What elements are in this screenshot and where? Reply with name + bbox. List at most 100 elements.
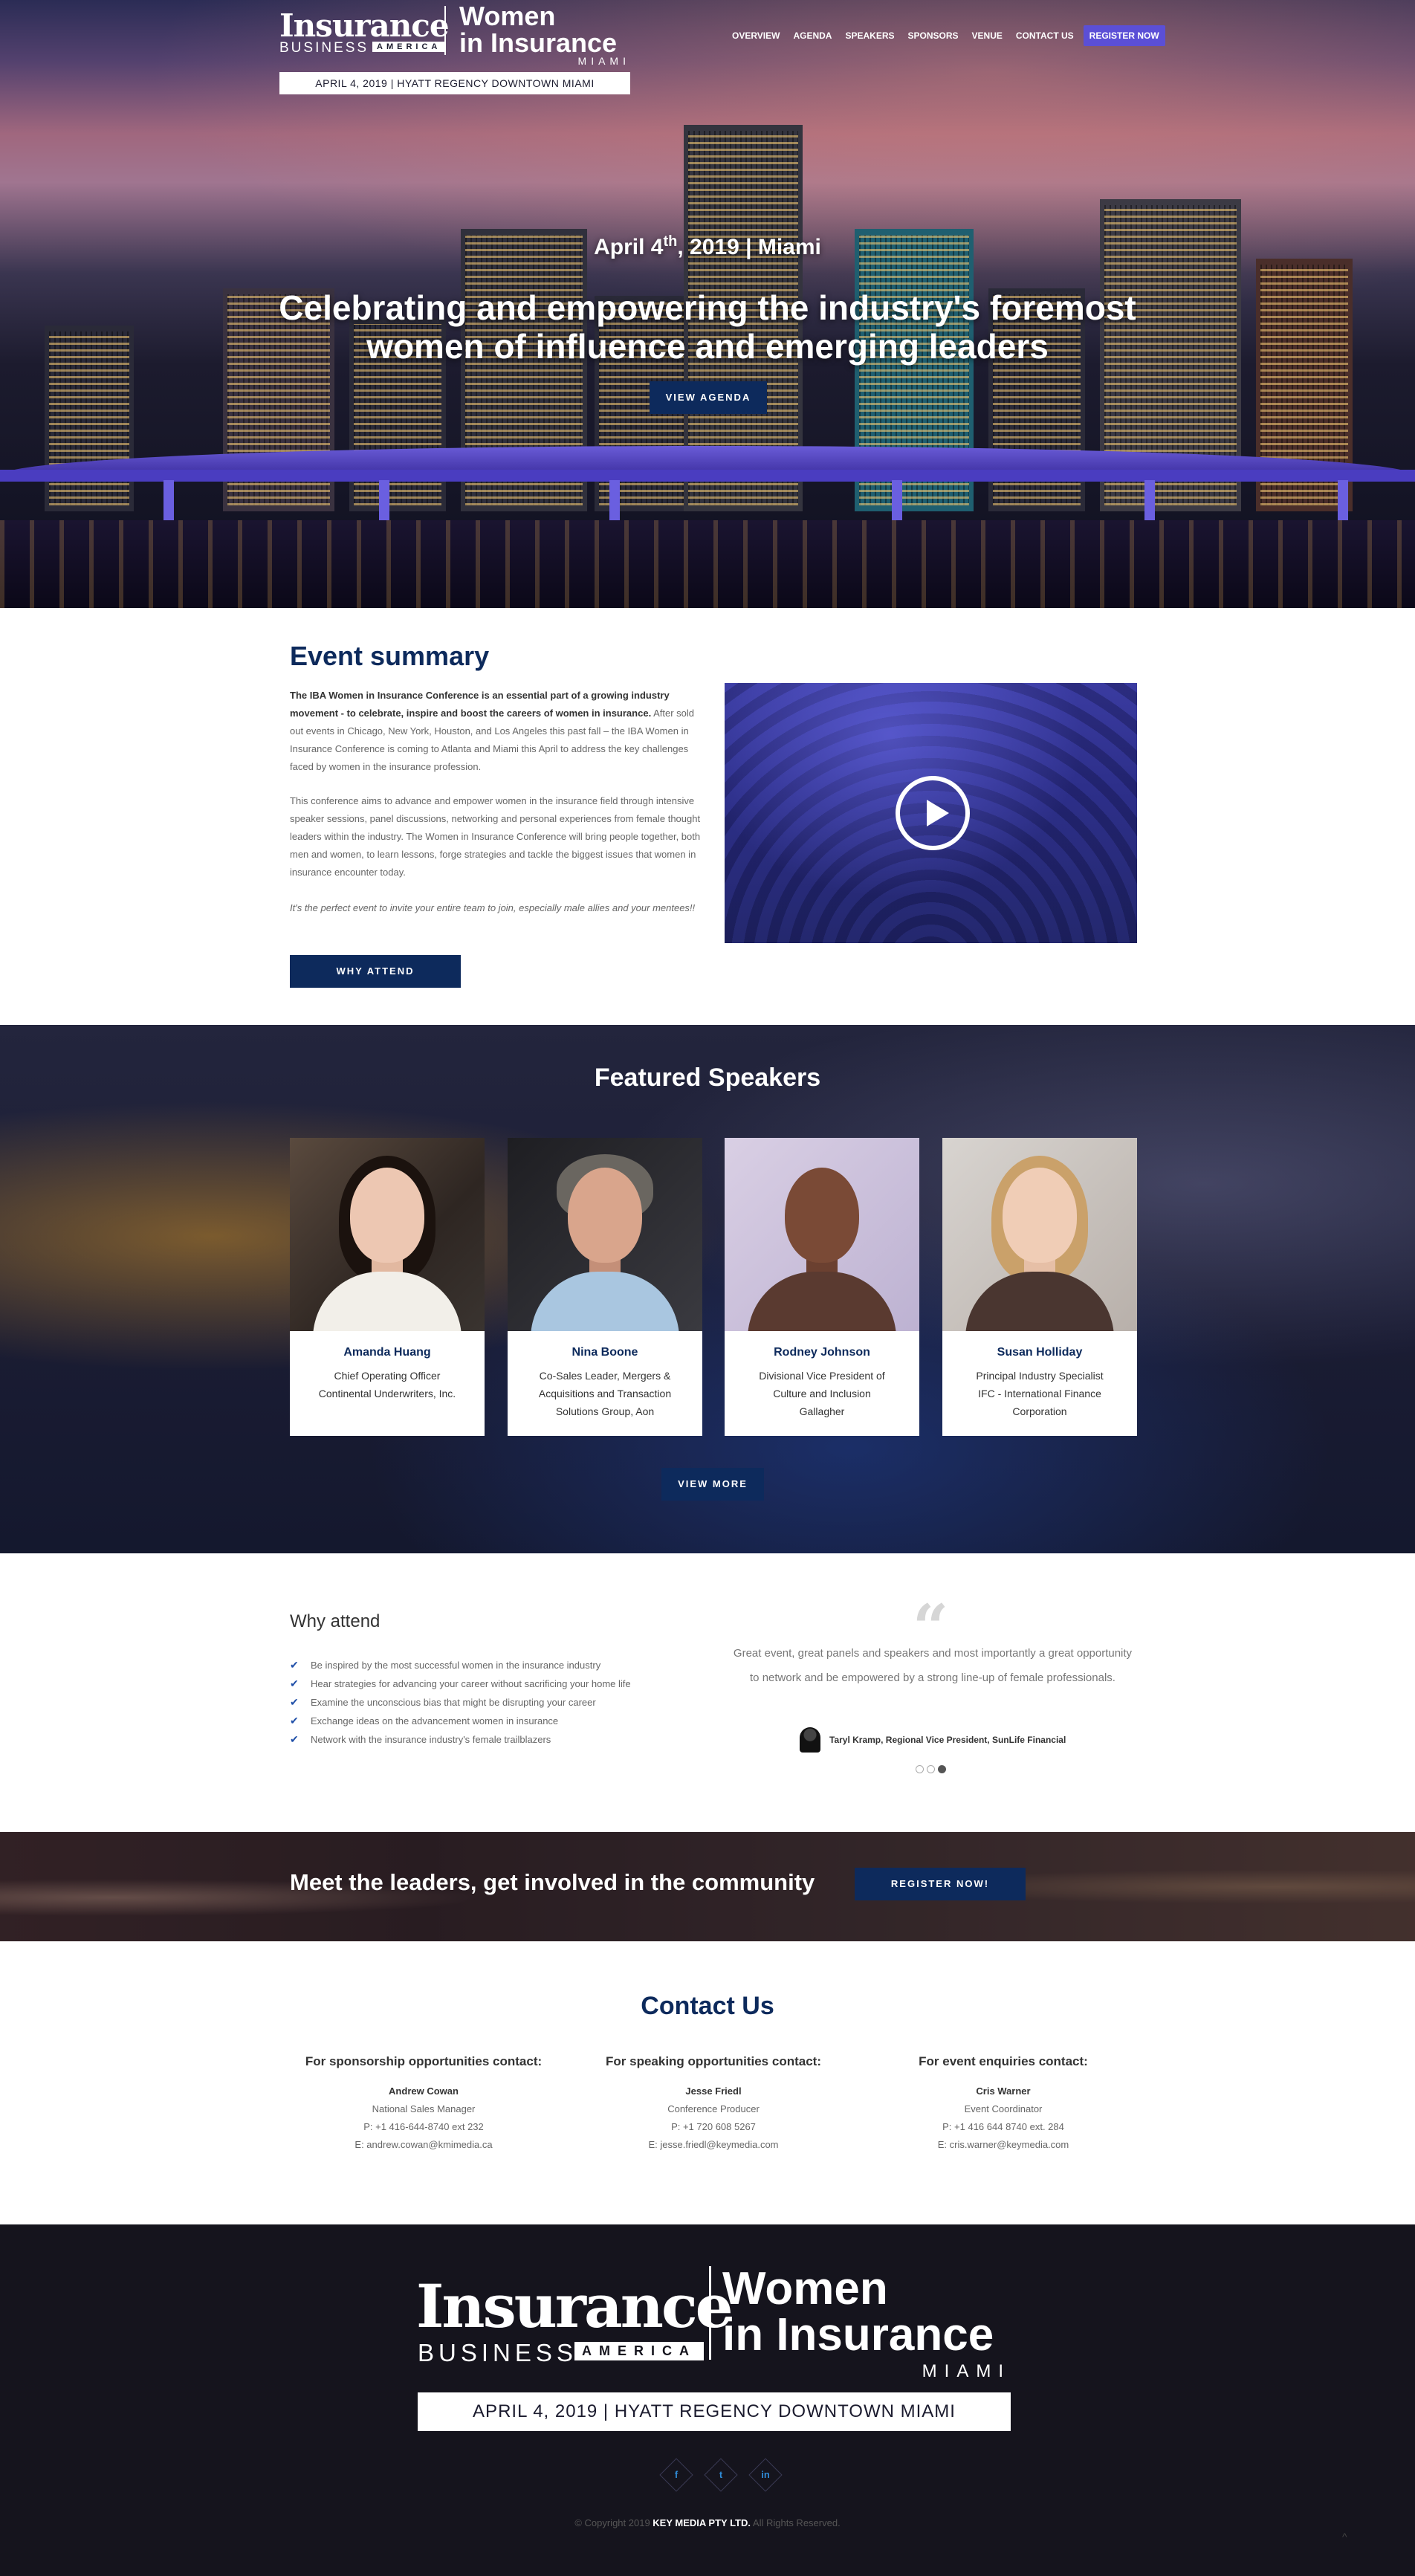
contact-name: Jesse Friedl [685,2085,742,2097]
nav-register-now-button[interactable]: REGISTER NOW [1083,25,1165,46]
speaker-role: Principal Industry Specialist IFC - Inter… [953,1367,1127,1420]
contact-email[interactable]: E: jesse.friedl@keymedia.com [572,2136,855,2154]
speaker-face [785,1168,859,1263]
speaker-name: Susan Holliday [997,1346,1083,1359]
hero-bridge-deck [0,470,1415,482]
linkedin-glyph: in [761,2469,770,2480]
nav-overview[interactable]: OVERVIEW [725,30,786,41]
speaker-face [350,1168,424,1263]
speaker-card[interactable]: Nina Boone Co-Sales Leader, Mergers & Acq… [508,1138,702,1436]
speaker-name: Nina Boone [571,1346,638,1359]
nav-agenda[interactable]: AGENDA [786,30,838,41]
speaker-role-line: Culture and Inclusion [773,1388,871,1399]
why-attend-item: Be inspired by the most successful women… [290,1656,631,1674]
speaker-role: Chief Operating Officer Continental Under… [300,1367,474,1402]
speaker-card[interactable]: Amanda Huang Chief Operating Officer Cont… [290,1138,485,1436]
event-summary-title: Event summary [290,641,490,671]
speaker-photo [942,1138,1137,1331]
contact-phone[interactable]: P: +1 720 608 5267 [572,2118,855,2136]
why-attend-button[interactable]: WHY ATTEND [290,955,461,988]
register-now-button[interactable]: REGISTER NOW! [855,1868,1026,1900]
why-attend-item: Examine the unconscious bias that might … [290,1693,631,1712]
facebook-glyph: f [674,2469,679,2480]
facebook-icon[interactable]: f [660,2459,693,2491]
speaker-name: Amanda Huang [343,1346,431,1359]
testimonial-pagination [916,1765,946,1773]
speaker-clothing [313,1272,462,1331]
contact-role: Conference Producer [667,2103,760,2114]
event-video[interactable] [725,683,1137,943]
speaker-card[interactable]: Susan Holliday Principal Industry Specia… [942,1138,1137,1436]
speaker-card[interactable]: Rodney Johnson Divisional Vice President… [725,1138,919,1436]
speaker-clothing [531,1272,679,1331]
testimonial-author: Taryl Kramp, Regional Vice President, Su… [800,1727,1066,1753]
logo-divider [444,6,446,55]
contact-email[interactable]: E: cris.warner@keymedia.com [862,2136,1144,2154]
speaker-role-line: Gallagher [799,1405,845,1417]
twitter-icon[interactable]: t [705,2459,737,2491]
hero-date-sup: th [663,233,678,250]
speaker-name: Rodney Johnson [774,1346,870,1359]
linkedin-icon[interactable]: in [749,2459,782,2491]
pagination-dot[interactable] [927,1765,935,1773]
contact-phone[interactable]: P: +1 416-644-8740 ext 232 [282,2118,565,2136]
hero-headline-line2: women of influence and emerging leaders [366,327,1049,366]
site-logo[interactable]: Insurance BUSINESS AMERICA Women in Insur… [279,1,630,68]
footer-date-venue: APRIL 4, 2019 | HYATT REGENCY DOWNTOWN M… [418,2392,1011,2431]
logo-women-line1: Women [459,1,556,31]
why-attend-list: Be inspired by the most successful women… [290,1656,631,1749]
featured-speakers-section: Featured Speakers Amanda Huang Chief Ope… [0,1025,1415,1553]
contact-email[interactable]: E: andrew.cowan@kmimedia.ca [282,2136,565,2154]
contact-phone[interactable]: P: +1 416 644 8740 ext. 284 [862,2118,1144,2136]
contact-column-enquiries: For event enquiries contact: Cris Warner… [862,2054,1144,2154]
contact-role: National Sales Manager [372,2103,476,2114]
speaker-role-line: Chief Operating Officer [334,1370,441,1382]
testimonial-quote: Great event, great panels and speakers a… [733,1647,1133,1684]
logo-america: AMERICA [372,42,446,52]
speaker-role: Co-Sales Leader, Mergers & Acquisitions a… [518,1367,692,1420]
logo-women: Women in Insurance [722,2266,994,2358]
contact-column-speaking: For speaking opportunities contact: Jess… [572,2054,855,2154]
testimonial-author-name: Taryl Kramp, Regional Vice President, Su… [829,1735,1066,1745]
contact-column-sponsorship: For sponsorship opportunities contact: A… [282,2054,565,2154]
speaker-role: Divisional Vice President of Culture and … [735,1367,909,1420]
why-attend-item: Network with the insurance industry's fe… [290,1730,631,1749]
pagination-dot-active[interactable] [938,1765,946,1773]
avatar [800,1727,820,1753]
speaker-role-line: IFC - International Finance [978,1388,1101,1399]
cta-banner: Meet the leaders, get involved in the co… [0,1832,1415,1941]
twitter-glyph: t [719,2469,723,2480]
event-summary-lead: The IBA Women in Insurance Conference is… [290,690,670,719]
speaker-photo [290,1138,485,1331]
hero-section: Insurance BUSINESS AMERICA Women in Insur… [0,0,1415,608]
why-attend-title: Why attend [290,1611,381,1631]
event-summary-paragraph-2: This conference aims to advance and empo… [290,795,701,878]
footer: Insurance BUSINESS AMERICA Women in Insur… [0,2224,1415,2576]
contact-role: Event Coordinator [964,2103,1043,2114]
back-to-top-icon[interactable]: ^ [1342,2531,1347,2543]
nav-contact-us[interactable]: CONTACT US [1009,30,1081,41]
logo-america: AMERICA [574,2342,704,2360]
nav-speakers[interactable]: SPEAKERS [838,30,901,41]
view-agenda-button[interactable]: VIEW AGENDA [650,381,767,414]
copyright-prefix: © Copyright 2019 [574,2517,650,2528]
speaker-photo [725,1138,919,1331]
nav-venue[interactable]: VENUE [965,30,1009,41]
copyright-company[interactable]: KEY MEDIA PTY LTD. [653,2517,751,2528]
hero-date-rest: , 2019 | Miami [677,235,821,259]
pagination-dot[interactable] [916,1765,924,1773]
copyright-suffix: All Rights Reserved. [752,2517,841,2528]
speaker-clothing [965,1272,1114,1331]
play-icon[interactable] [896,776,970,850]
logo-business: BUSINESS [279,40,369,56]
why-attend-item: Hear strategies for advancing your caree… [290,1674,631,1693]
nav-sponsors[interactable]: SPONSORS [901,30,965,41]
view-more-button[interactable]: VIEW MORE [661,1468,764,1501]
hero-date: April 4th, 2019 | Miami [0,233,1415,260]
logo-women-line1: Women [722,2263,888,2314]
footer-logo: Insurance BUSINESS AMERICA Women in Insur… [416,2266,1011,2382]
contact-title: Contact Us [641,1992,774,2020]
speaker-role-line: Corporation [1012,1405,1067,1417]
contact-heading: For event enquiries contact: [919,2054,1088,2068]
copyright: © Copyright 2019 KEY MEDIA PTY LTD. All … [0,2517,1415,2528]
